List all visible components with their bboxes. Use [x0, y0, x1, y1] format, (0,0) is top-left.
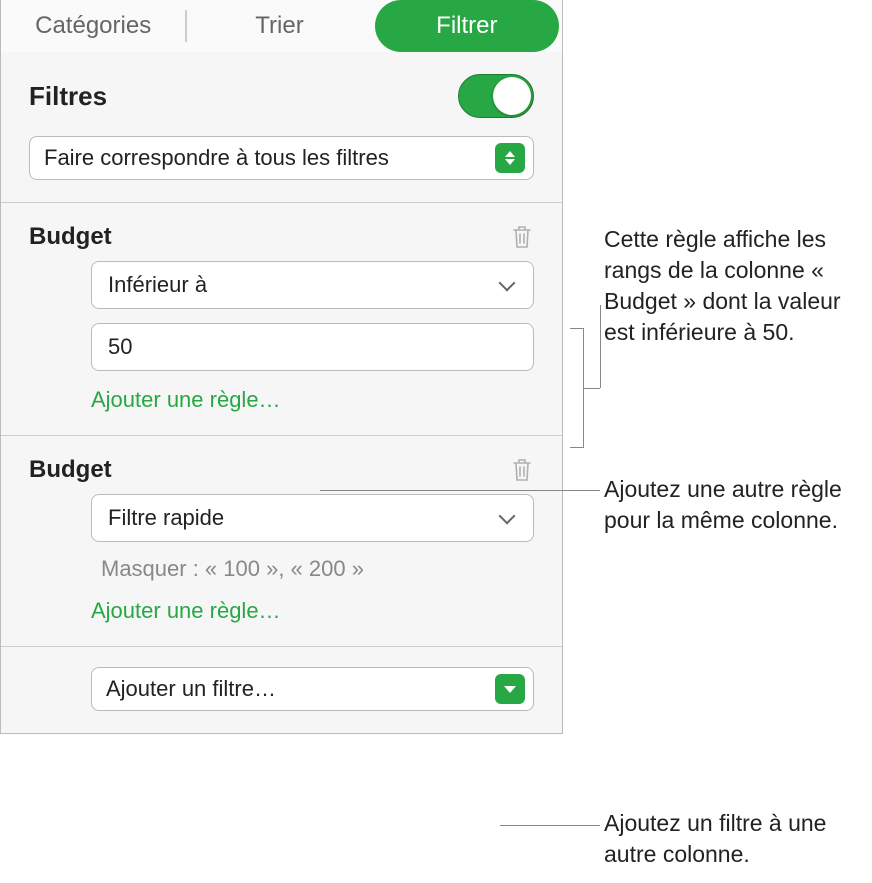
- callout-add-filter-description: Ajoutez un filtre à une autre colonne.: [604, 808, 872, 870]
- callout-rule-description: Cette règle affiche les rangs de la colo…: [604, 224, 872, 348]
- filter-rule-controls: Inférieur à Ajouter une règle…: [1, 261, 562, 435]
- match-mode-row: Faire correspondre à tous les filtres: [1, 130, 562, 202]
- trash-icon[interactable]: [510, 456, 534, 484]
- filter-group-title: Budget: [29, 223, 112, 251]
- callout-bracket: [570, 328, 584, 448]
- operator-select[interactable]: Inférieur à: [91, 261, 534, 309]
- callout-connector: [500, 825, 600, 826]
- callout-connector: [320, 490, 600, 491]
- quick-filter-hint: Masquer : « 100 », « 200 »: [91, 556, 534, 596]
- add-filter-select[interactable]: Ajouter un filtre…: [91, 667, 534, 711]
- operator-label: Filtre rapide: [108, 505, 224, 531]
- add-rule-link[interactable]: Ajouter une règle…: [91, 596, 534, 646]
- value-input[interactable]: [91, 323, 534, 371]
- operator-select[interactable]: Filtre rapide: [91, 494, 534, 542]
- tab-label: Catégories: [35, 12, 151, 40]
- match-mode-select[interactable]: Faire correspondre à tous les filtres: [29, 136, 534, 180]
- panel-tabs: Catégories Trier Filtrer: [1, 0, 562, 52]
- filter-rule-controls: Filtre rapide Masquer : « 100 », « 200 »…: [1, 494, 562, 646]
- callout-add-rule-description: Ajoutez une autre règle pour la même col…: [604, 474, 872, 536]
- chevron-down-icon: [499, 279, 517, 291]
- add-filter-label: Ajouter un filtre…: [106, 676, 276, 702]
- tab-categories[interactable]: Catégories: [1, 0, 185, 52]
- filters-title: Filtres: [29, 81, 107, 112]
- tab-filter[interactable]: Filtrer: [375, 0, 559, 52]
- filter-group-header: Budget: [1, 203, 562, 261]
- add-filter-row: Ajouter un filtre…: [1, 647, 562, 733]
- match-mode-label: Faire correspondre à tous les filtres: [44, 145, 389, 171]
- filter-group-title: Budget: [29, 456, 112, 484]
- callout-connector: [584, 388, 600, 389]
- callout-connector: [600, 305, 601, 388]
- operator-label: Inférieur à: [108, 272, 207, 298]
- filters-header: Filtres: [1, 52, 562, 130]
- tab-sort[interactable]: Trier: [187, 0, 371, 52]
- add-rule-link[interactable]: Ajouter une règle…: [91, 385, 534, 435]
- filters-toggle[interactable]: [458, 74, 534, 118]
- filter-group-header: Budget: [1, 436, 562, 494]
- updown-icon: [495, 143, 525, 173]
- tab-label: Trier: [255, 12, 303, 40]
- dropdown-icon: [495, 674, 525, 704]
- chevron-down-icon: [499, 512, 517, 524]
- tab-label: Filtrer: [436, 12, 497, 40]
- filter-panel: Catégories Trier Filtrer Filtres Faire c…: [0, 0, 563, 734]
- trash-icon[interactable]: [510, 223, 534, 251]
